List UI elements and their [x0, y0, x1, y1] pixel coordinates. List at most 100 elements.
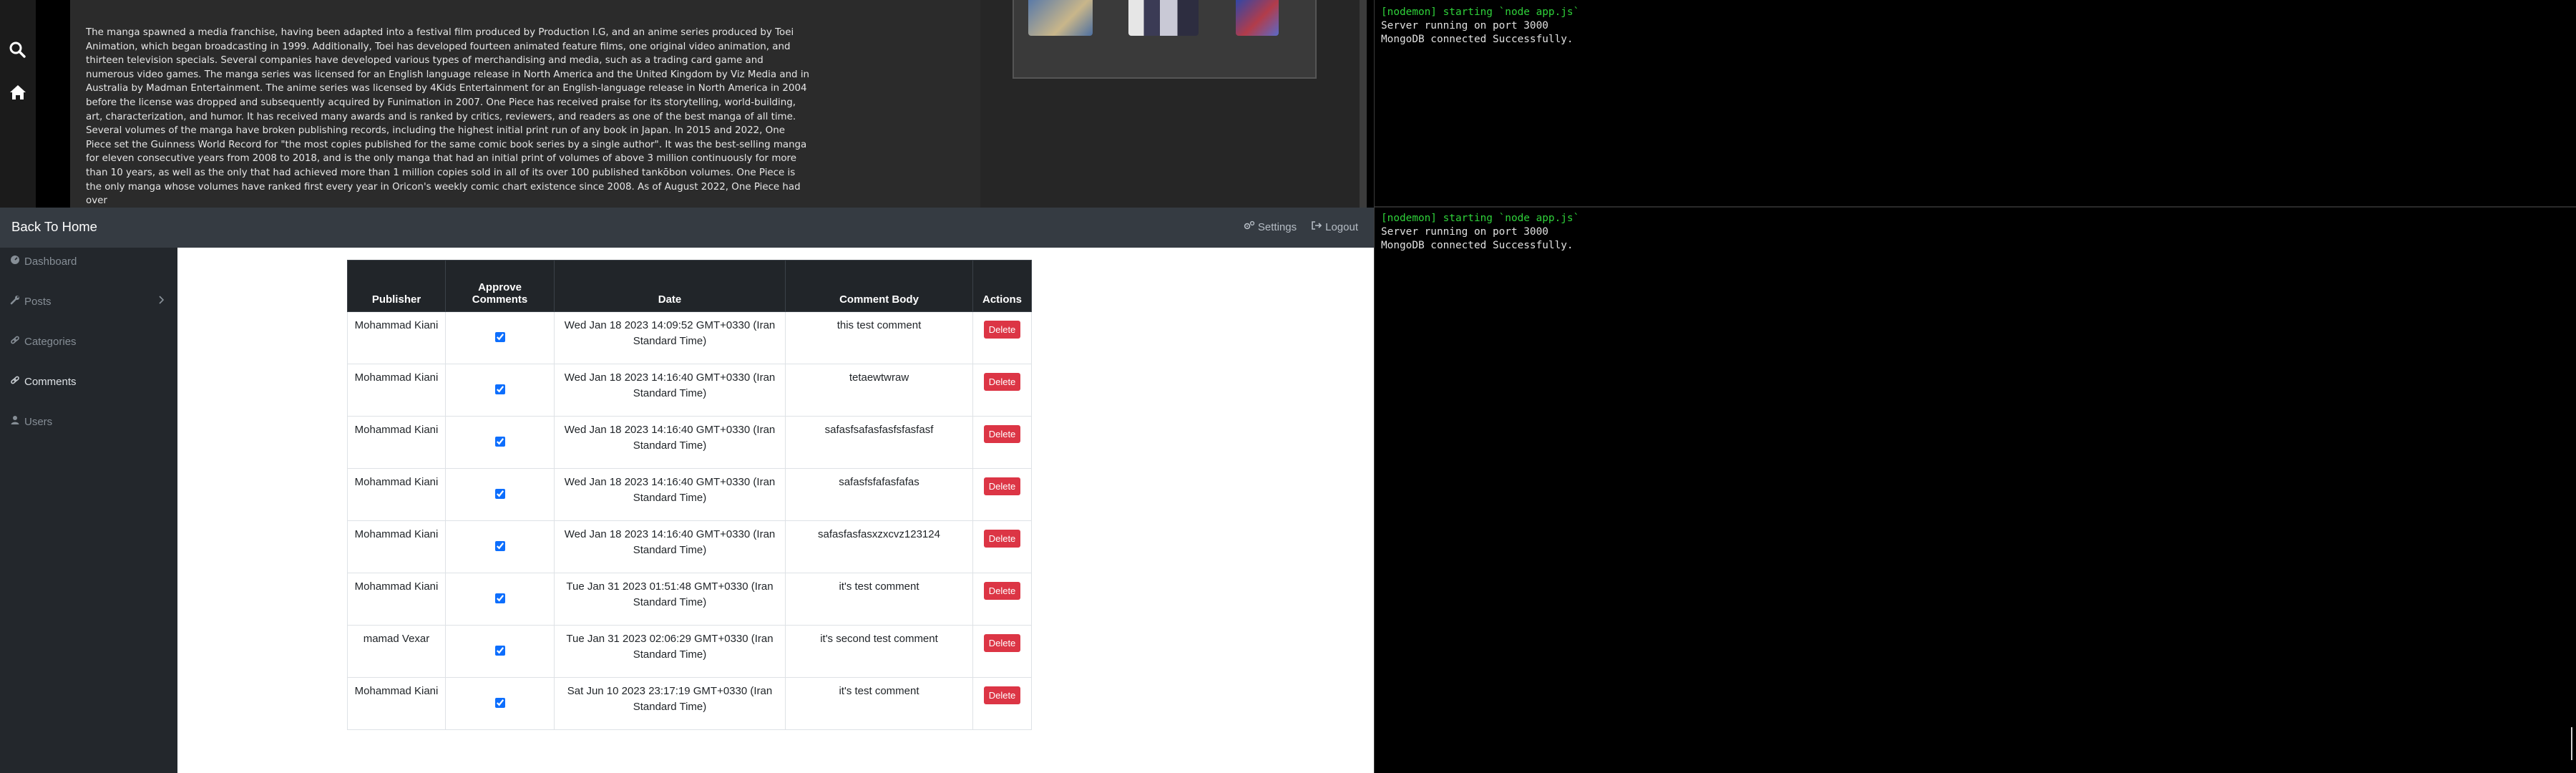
sidebar-item-categories[interactable]: Categories — [10, 335, 77, 348]
approve-checkbox[interactable] — [494, 698, 505, 708]
delete-button[interactable]: Delete — [983, 477, 1021, 495]
comments-table: Publisher Approve Comments Date Comment … — [347, 260, 1032, 730]
chevron-right-icon[interactable] — [159, 295, 165, 308]
delete-button[interactable]: Delete — [983, 321, 1021, 339]
article-panel: The manga spawned a media franchise, hav… — [70, 0, 980, 208]
delete-button[interactable]: Delete — [983, 530, 1021, 548]
publisher-cell: Mohammad Kiani — [347, 311, 446, 364]
actions-cell: Delete — [972, 468, 1032, 521]
comment-body-cell: safasfsfafasfafas — [785, 468, 973, 521]
terminal-line: Server running on port 3000 — [1381, 226, 1548, 238]
admin-main-content: Publisher Approve Comments Date Comment … — [177, 248, 1374, 773]
publisher-cell: Mohammad Kiani — [347, 573, 446, 626]
column-header-date: Date — [554, 260, 786, 312]
delete-button[interactable]: Delete — [983, 425, 1021, 443]
publisher-cell: mamad Vexar — [347, 625, 446, 678]
table-header-row: Publisher Approve Comments Date Comment … — [347, 260, 1032, 312]
approve-cell — [445, 573, 555, 626]
comment-body-cell: tetaewtwraw — [785, 364, 973, 417]
table-row: Mohammad Kiani Sat Jun 10 2023 23:17:19 G… — [347, 677, 1032, 730]
publisher-cell: Mohammad Kiani — [347, 677, 446, 730]
actions-cell: Delete — [972, 364, 1032, 417]
approve-checkbox[interactable] — [494, 489, 505, 499]
comment-body-cell: this test comment — [785, 311, 973, 364]
date-cell: Tue Jan 31 2023 02:06:29 GMT+0330 (Iran … — [554, 625, 786, 678]
actions-cell: Delete — [972, 311, 1032, 364]
publisher-cell: Mohammad Kiani — [347, 468, 446, 521]
wrench-icon — [10, 295, 20, 308]
scrollbar[interactable] — [1360, 0, 1367, 208]
approve-checkbox[interactable] — [494, 541, 505, 551]
admin-sidebar: Dashboard Posts Categories Comments User… — [0, 248, 177, 773]
approve-cell — [445, 364, 555, 417]
terminal-line: MongoDB connected Successfully. — [1381, 34, 1574, 45]
approve-checkbox[interactable] — [494, 437, 505, 447]
terminal-split-divider[interactable] — [1375, 206, 2576, 208]
terminal-line: MongoDB connected Successfully. — [1381, 240, 1574, 251]
actions-cell: Delete — [972, 416, 1032, 469]
sidebar-item-users[interactable]: Users — [10, 415, 52, 428]
sidebar-item-comments[interactable]: Comments — [10, 375, 77, 388]
sidebar-item-label: Dashboard — [24, 255, 77, 268]
terminal-line: Server running on port 3000 — [1381, 20, 1548, 31]
publisher-cell: Mohammad Kiani — [347, 416, 446, 469]
column-header-actions: Actions — [972, 260, 1032, 312]
dashboard-icon — [10, 255, 20, 268]
link-icon — [10, 335, 20, 348]
publisher-cell: Mohammad Kiani — [347, 364, 446, 417]
terminal-scrollbar[interactable] — [2571, 727, 2572, 760]
comment-body-cell: it's test comment — [785, 677, 973, 730]
terminal-panel[interactable]: [nodemon] starting `node app.js` Server … — [1374, 0, 2576, 773]
actions-cell: Delete — [972, 573, 1032, 626]
approve-checkbox[interactable] — [494, 593, 505, 603]
delete-button[interactable]: Delete — [983, 582, 1021, 600]
approve-cell — [445, 416, 555, 469]
delete-button[interactable]: Delete — [983, 373, 1021, 391]
table-row: Mohammad Kiani Wed Jan 18 2023 14:16:40 G… — [347, 468, 1032, 521]
post-thumbnail[interactable] — [1028, 0, 1093, 36]
related-posts-card — [1013, 0, 1317, 79]
column-header-body: Comment Body — [785, 260, 973, 312]
sidebar-item-label: Categories — [24, 335, 77, 348]
approve-cell — [445, 520, 555, 573]
topbar-actions: Settings Logout — [1244, 220, 1358, 233]
table-row: Mohammad Kiani Tue Jan 31 2023 01:51:48 G… — [347, 573, 1032, 626]
article-text: The manga spawned a media franchise, hav… — [86, 27, 810, 207]
logout-link[interactable]: Logout — [1311, 220, 1358, 233]
approve-checkbox[interactable] — [494, 332, 505, 342]
delete-button[interactable]: Delete — [983, 686, 1021, 704]
back-to-home-link[interactable]: Back To Home — [11, 219, 97, 235]
terminal-output-1: [nodemon] starting `node app.js` Server … — [1381, 6, 1579, 47]
desktop: The manga spawned a media franchise, hav… — [0, 0, 2576, 773]
comment-body-cell: safasfasfasxzxcvz123124 — [785, 520, 973, 573]
actions-cell: Delete — [972, 677, 1032, 730]
admin-topbar: Back To Home Settings Logout — [0, 208, 1374, 248]
terminal-output-2: [nodemon] starting `node app.js` Server … — [1381, 212, 1579, 253]
gear-icon — [1244, 220, 1255, 233]
delete-button[interactable]: Delete — [983, 634, 1021, 652]
actions-cell: Delete — [972, 520, 1032, 573]
date-cell: Wed Jan 18 2023 14:16:40 GMT+0330 (Iran … — [554, 416, 786, 469]
post-thumbnail[interactable] — [1128, 0, 1199, 36]
sidebar-item-posts[interactable]: Posts — [10, 295, 172, 308]
post-thumbnail[interactable] — [1236, 0, 1279, 36]
blog-side-rail — [0, 0, 36, 208]
column-header-approve: Approve Comments — [445, 260, 555, 312]
approve-checkbox[interactable] — [494, 384, 505, 394]
table-row: mamad Vexar Tue Jan 31 2023 02:06:29 GMT+… — [347, 625, 1032, 678]
actions-cell: Delete — [972, 625, 1032, 678]
user-icon — [10, 415, 20, 428]
home-icon[interactable] — [8, 82, 28, 102]
sidebar-item-label: Comments — [24, 375, 77, 388]
blog-preview: The manga spawned a media franchise, hav… — [0, 0, 1374, 208]
approve-checkbox[interactable] — [494, 646, 505, 656]
approve-cell — [445, 625, 555, 678]
sidebar-item-label: Users — [24, 415, 53, 428]
sidebar-item-dashboard[interactable]: Dashboard — [10, 255, 77, 268]
date-cell: Sat Jun 10 2023 23:17:19 GMT+0330 (Iran … — [554, 677, 786, 730]
settings-link[interactable]: Settings — [1244, 220, 1297, 233]
comment-body-cell: safasfsafasfasfsfasfasf — [785, 416, 973, 469]
search-icon[interactable] — [8, 40, 28, 60]
date-cell: Wed Jan 18 2023 14:16:40 GMT+0330 (Iran … — [554, 364, 786, 417]
table-row: Mohammad Kiani Wed Jan 18 2023 14:16:40 G… — [347, 416, 1032, 469]
